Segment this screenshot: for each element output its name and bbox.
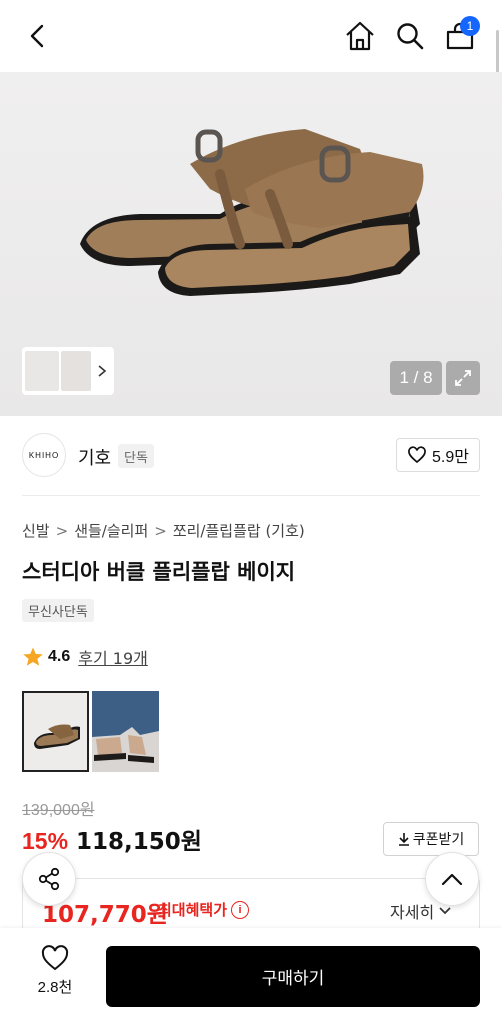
brand-name[interactable]: 기호	[78, 444, 111, 470]
cart-count-badge: 1	[460, 16, 480, 36]
buy-button[interactable]: 구매하기	[106, 946, 480, 1007]
product-title: 스터디아 버클 플리플랍 베이지	[22, 560, 296, 584]
sale-price: 118,150원	[76, 829, 202, 855]
back-icon	[30, 24, 44, 48]
wishlist-button[interactable]: 2.8천	[22, 944, 88, 997]
divider	[22, 495, 480, 496]
download-icon	[398, 833, 409, 846]
cart-button[interactable]: 1	[438, 14, 482, 58]
breadcrumb-item[interactable]: 쪼리/플립플랍 (기호)	[173, 522, 305, 540]
expand-icon	[455, 370, 471, 386]
chevron-up-icon	[441, 873, 463, 886]
max-benefit-label-text: 최대혜택가	[158, 901, 228, 919]
breadcrumb-item[interactable]: 샌들/슬리퍼	[74, 522, 148, 540]
share-button[interactable]	[22, 852, 76, 906]
brand-logo[interactable]: KHIHO	[22, 433, 66, 477]
brand-exclusive-tag: 단독	[118, 444, 154, 468]
star-icon	[23, 647, 43, 666]
chevron-down-icon	[439, 907, 451, 915]
back-button[interactable]	[16, 14, 60, 58]
details-label: 자세히	[390, 903, 435, 922]
thumbnail-next-button[interactable]	[93, 351, 111, 391]
breadcrumb: 신발 > 샌들/슬리퍼 > 쪼리/플립플랍 (기호)	[22, 520, 305, 541]
thumbnail-image[interactable]	[25, 351, 59, 391]
search-button[interactable]	[388, 14, 432, 58]
home-button[interactable]	[338, 14, 382, 58]
breadcrumb-separator: >	[55, 522, 69, 540]
breadcrumb-separator: >	[154, 522, 167, 540]
image-thumbnail-strip[interactable]	[22, 347, 114, 395]
product-image-gallery[interactable]: 1 / 8	[0, 72, 502, 416]
color-option-selected[interactable]	[22, 691, 89, 772]
thumbnail-image[interactable]	[61, 351, 91, 391]
search-icon	[397, 23, 424, 50]
rating-score: 4.6	[48, 648, 71, 665]
expand-image-button[interactable]	[446, 361, 480, 395]
home-icon	[346, 21, 374, 51]
reviews-link[interactable]: 후기 19개	[78, 645, 148, 669]
coupon-label: 쿠폰받기	[412, 832, 465, 848]
color-option-image	[34, 724, 80, 749]
coupon-button[interactable]: 쿠폰받기	[383, 822, 479, 856]
brand-like-button[interactable]: 5.9만	[396, 438, 480, 472]
product-image	[80, 129, 424, 296]
info-icon[interactable]: i	[231, 900, 250, 919]
heart-icon	[408, 446, 426, 464]
original-price: 139,000원	[22, 802, 95, 819]
color-option-image	[92, 691, 159, 772]
share-icon	[38, 867, 60, 891]
breadcrumb-item[interactable]: 신발	[22, 522, 50, 540]
top-navigation-bar: 1	[0, 0, 502, 80]
color-option[interactable]	[92, 691, 159, 772]
chevron-right-icon	[98, 365, 107, 377]
brand-like-count: 5.9만	[432, 449, 469, 466]
sale-price-row: 15% 118,150원	[22, 822, 202, 856]
heart-icon	[41, 945, 69, 971]
image-counter: 1 / 8	[390, 361, 442, 395]
exclusive-badge: 무신사단독	[22, 599, 94, 622]
max-benefit-label: 최대혜택가 i	[158, 899, 250, 920]
rating-row: 4.6 후기 19개	[22, 645, 148, 669]
wishlist-count: 2.8천	[37, 979, 73, 996]
discount-rate: 15%	[22, 828, 69, 854]
scroll-to-top-button[interactable]	[425, 852, 479, 906]
